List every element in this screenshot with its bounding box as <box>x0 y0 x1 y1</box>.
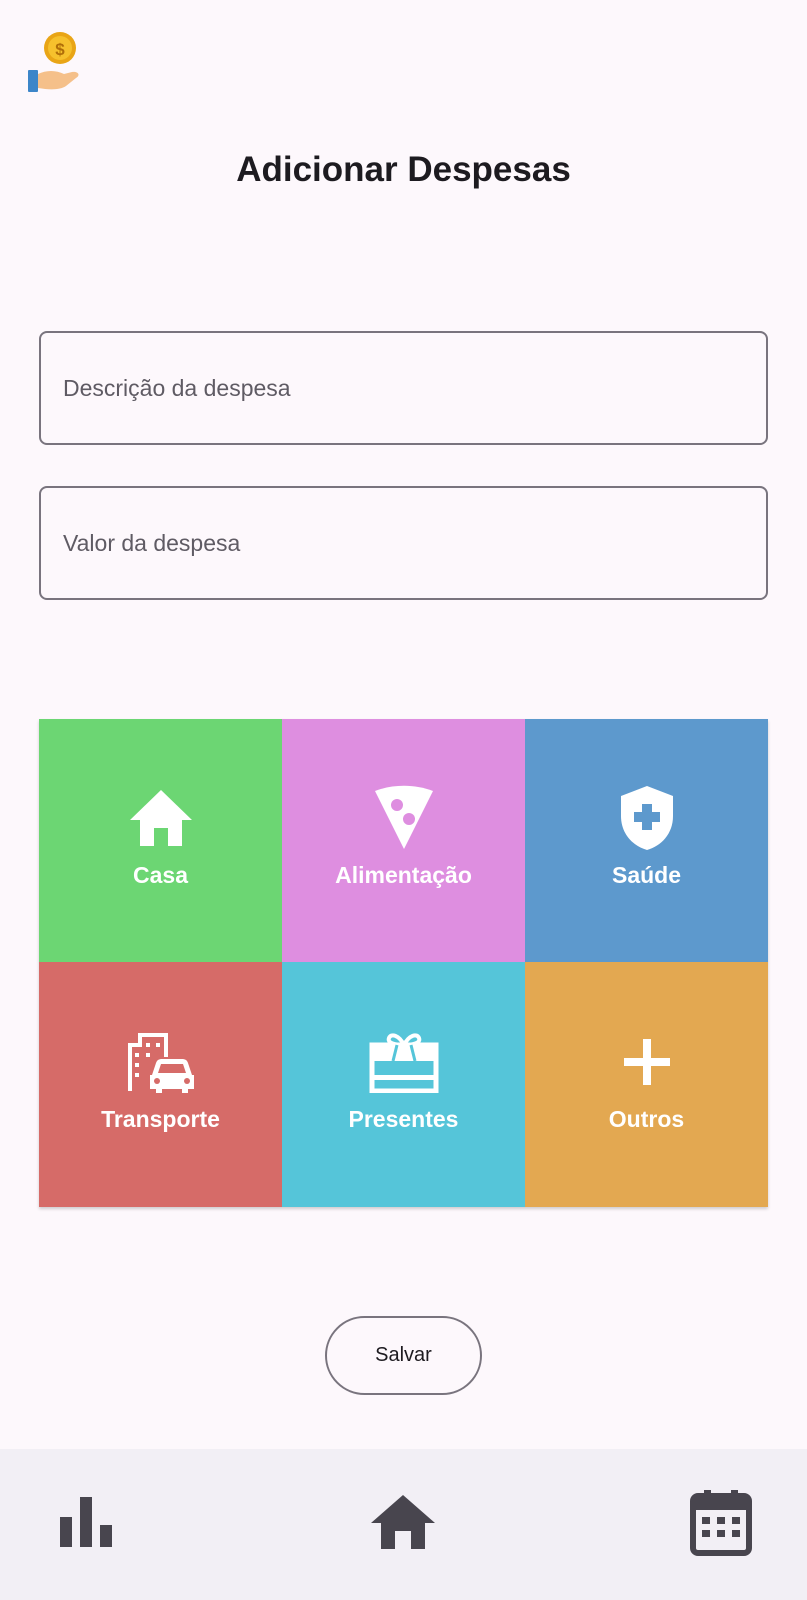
calendar-icon <box>690 1488 752 1561</box>
nav-item-calendar[interactable] <box>661 1449 781 1600</box>
category-label: Alimentação <box>335 862 472 888</box>
category-tile-alimentacao[interactable]: Alimentação <box>282 719 525 962</box>
category-tile-presentes[interactable]: Presentes <box>282 962 525 1207</box>
nav-item-home[interactable] <box>343 1449 463 1600</box>
category-label: Casa <box>133 862 188 888</box>
page-title: Adicionar Despesas <box>236 150 571 189</box>
value-input[interactable] <box>63 529 766 557</box>
description-field[interactable] <box>39 331 768 445</box>
bottom-navigation <box>0 1449 807 1600</box>
save-button[interactable]: Salvar <box>325 1316 482 1395</box>
category-tile-saude[interactable]: Saúde <box>525 719 768 962</box>
category-tile-casa[interactable]: Casa <box>39 719 282 962</box>
category-label: Outros <box>608 1106 685 1132</box>
home-icon <box>125 782 197 854</box>
category-tile-transporte[interactable]: Transporte <box>39 962 282 1207</box>
money-hand-logo-icon: $ <box>26 30 82 94</box>
value-field[interactable] <box>39 486 768 600</box>
app-root: $ Adicionar Despesas Casa <box>0 0 807 1600</box>
svg-text:$: $ <box>55 40 65 59</box>
city-car-icon <box>125 1026 197 1098</box>
category-label: Transporte <box>101 1106 220 1132</box>
health-shield-icon <box>611 782 683 854</box>
category-tile-outros[interactable]: Outros <box>525 962 768 1207</box>
description-input[interactable] <box>63 374 766 402</box>
category-grid: Casa Alimentação Saúde Transporte Presen… <box>39 719 768 1207</box>
pizza-icon <box>368 782 440 854</box>
nav-item-stats[interactable] <box>26 1449 146 1600</box>
plus-icon <box>611 1026 683 1098</box>
gift-icon <box>368 1026 440 1098</box>
home-icon <box>369 1493 437 1556</box>
bar-chart-icon <box>58 1495 114 1554</box>
category-label: Saúde <box>611 862 682 888</box>
category-label: Presentes <box>348 1106 459 1132</box>
